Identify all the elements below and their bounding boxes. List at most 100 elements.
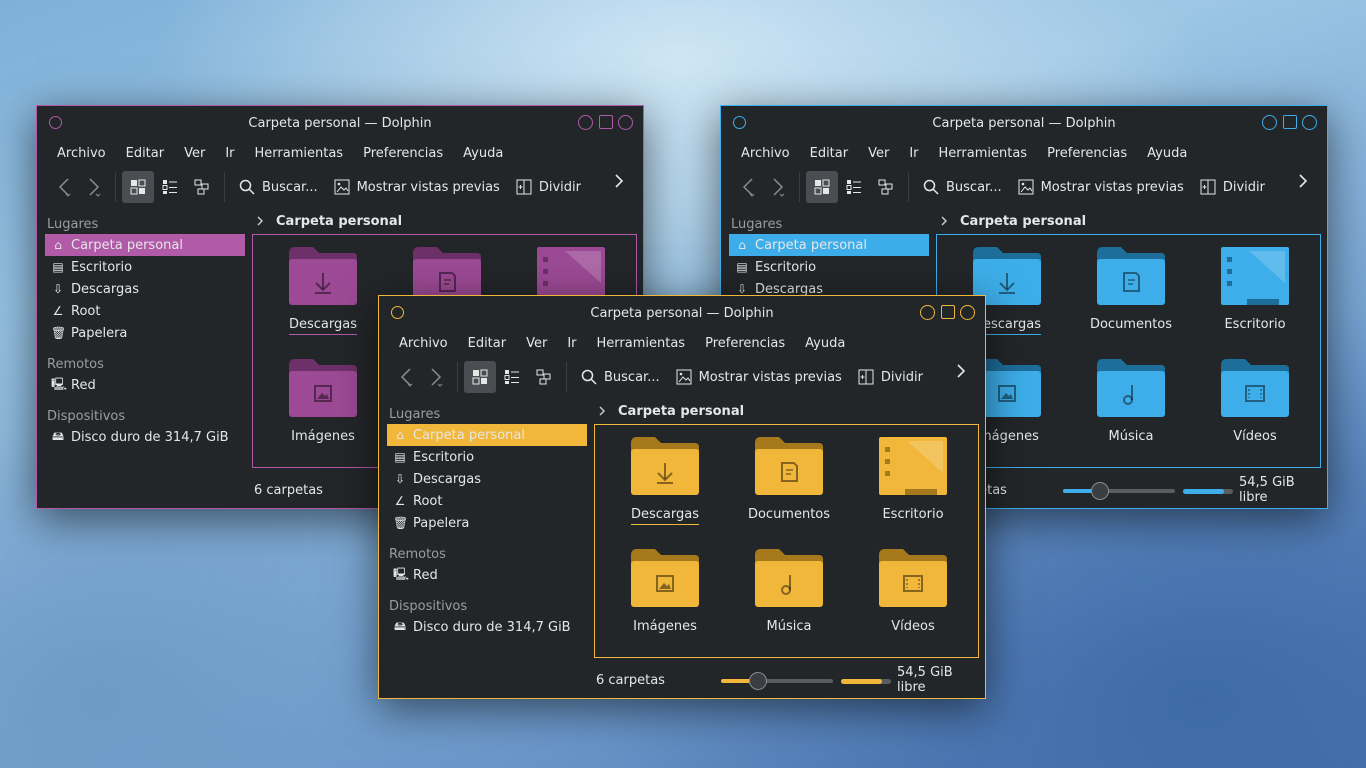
breadcrumb-current[interactable]: Carpeta personal [618,404,744,419]
dolphin-window-yellow: Carpeta personal — Dolphin Archivo Edita… [378,295,986,699]
menu-ver[interactable]: Ver [516,336,557,351]
show-previews-button[interactable]: Mostrar vistas previas [326,172,508,202]
search-button[interactable]: Buscar... [573,362,668,392]
place-escritorio[interactable]: ▤ Escritorio [45,256,245,278]
folder-item[interactable]: Escritorio [851,433,975,545]
folder-item[interactable]: Descargas [261,243,385,355]
folder-item[interactable]: Documentos [1069,243,1193,355]
forward-button[interactable] [421,362,451,392]
menu-ir[interactable]: Ir [215,146,244,161]
icons-view-button[interactable] [806,171,838,203]
toolbar-overflow-button[interactable] [613,172,633,190]
show-previews-button[interactable]: Mostrar vistas previas [668,362,850,392]
search-button[interactable]: Buscar... [231,172,326,202]
zoom-slider-handle[interactable] [748,672,767,690]
details-view-button[interactable] [870,171,902,203]
icons-view-button[interactable] [464,361,496,393]
minimize-icon[interactable] [578,115,593,130]
show-previews-button[interactable]: Mostrar vistas previas [1010,172,1192,202]
maximize-icon[interactable] [599,115,613,129]
toolbar-separator [799,172,800,202]
place-descargas[interactable]: ⇩ Descargas [387,468,587,490]
place-descargas[interactable]: ⇩ Descargas [45,278,245,300]
details-view-button[interactable] [186,171,218,203]
compact-view-button[interactable] [154,171,186,203]
split-button[interactable]: Dividir [850,362,931,392]
menu-ayuda[interactable]: Ayuda [1137,146,1197,161]
details-view-button[interactable] [528,361,560,393]
menu-herramientas[interactable]: Herramientas [245,146,354,161]
trash-icon: 🗑 [393,516,409,530]
place-root[interactable]: ∠ Root [387,490,587,512]
menu-archivo[interactable]: Archivo [389,336,458,351]
window-menu-icon[interactable] [733,116,746,129]
place-papelera[interactable]: 🗑 Papelera [45,322,245,344]
place-root[interactable]: ∠ Root [45,300,245,322]
window-menu-icon[interactable] [49,116,62,129]
toolbar-overflow-button[interactable] [1297,172,1317,190]
menu-ir[interactable]: Ir [557,336,586,351]
search-button[interactable]: Buscar... [915,172,1010,202]
menu-ayuda[interactable]: Ayuda [795,336,855,351]
place-carpeta-personal[interactable]: ⌂ Carpeta personal [387,424,587,446]
close-icon[interactable] [618,115,633,130]
place-carpeta-personal[interactable]: ⌂ Carpeta personal [729,234,929,256]
folder-item[interactable]: Imágenes [603,545,727,657]
folder-item[interactable]: Música [1069,355,1193,467]
maximize-icon[interactable] [1283,115,1297,129]
folder-item[interactable]: Vídeos [1193,355,1317,467]
folder-item[interactable]: Escritorio [1193,243,1317,355]
menu-ayuda[interactable]: Ayuda [453,146,513,161]
menu-archivo[interactable]: Archivo [731,146,800,161]
breadcrumb-current[interactable]: Carpeta personal [276,214,402,229]
breadcrumb-current[interactable]: Carpeta personal [960,214,1086,229]
menu-herramientas[interactable]: Herramientas [929,146,1038,161]
place-escritorio[interactable]: ▤ Escritorio [729,256,929,278]
window-menu-icon[interactable] [391,306,404,319]
menu-preferencias[interactable]: Preferencias [695,336,795,351]
place-escritorio[interactable]: ▤ Escritorio [387,446,587,468]
folder-item[interactable]: Imágenes [261,355,385,467]
place-papelera[interactable]: 🗑 Papelera [387,512,587,534]
toolbar-overflow-button[interactable] [955,362,975,380]
icons-view-button[interactable] [122,171,154,203]
place-red[interactable]: 🖳Red [45,374,245,396]
maximize-icon[interactable] [941,305,955,319]
forward-button[interactable] [79,172,109,202]
place-carpeta-personal[interactable]: ⌂ Carpeta personal [45,234,245,256]
minimize-icon[interactable] [1262,115,1277,130]
back-button[interactable] [391,362,421,392]
place-disco-duro[interactable]: 🖴 Disco duro de 314,7 GiB [387,616,587,638]
place-label: Disco duro de 314,7 GiB [413,619,571,635]
split-button[interactable]: Dividir [1192,172,1273,202]
menu-editar[interactable]: Editar [800,146,859,161]
forward-button[interactable] [763,172,793,202]
back-button[interactable] [733,172,763,202]
folder-item[interactable]: Música [727,545,851,657]
compact-view-button[interactable] [838,171,870,203]
menu-ir[interactable]: Ir [899,146,928,161]
menu-preferencias[interactable]: Preferencias [1037,146,1137,161]
zoom-slider[interactable] [721,672,833,690]
folder-item[interactable]: Documentos [727,433,851,545]
folder-item[interactable]: Vídeos [851,545,975,657]
compact-view-button[interactable] [496,361,528,393]
zoom-slider[interactable] [1063,482,1175,500]
menu-editar[interactable]: Editar [458,336,517,351]
menu-ver[interactable]: Ver [858,146,899,161]
folder-item[interactable]: Descargas [603,433,727,545]
menu-editar[interactable]: Editar [116,146,175,161]
menu-herramientas[interactable]: Herramientas [587,336,696,351]
place-red[interactable]: 🖳Red [387,564,587,586]
minimize-icon[interactable] [920,305,935,320]
split-button[interactable]: Dividir [508,172,589,202]
menu-ver[interactable]: Ver [174,146,215,161]
back-button[interactable] [49,172,79,202]
menu-archivo[interactable]: Archivo [47,146,116,161]
place-label: Carpeta personal [71,237,183,253]
close-icon[interactable] [960,305,975,320]
zoom-slider-handle[interactable] [1090,482,1109,500]
place-disco-duro[interactable]: 🖴 Disco duro de 314,7 GiB [45,426,245,448]
close-icon[interactable] [1302,115,1317,130]
menu-preferencias[interactable]: Preferencias [353,146,453,161]
